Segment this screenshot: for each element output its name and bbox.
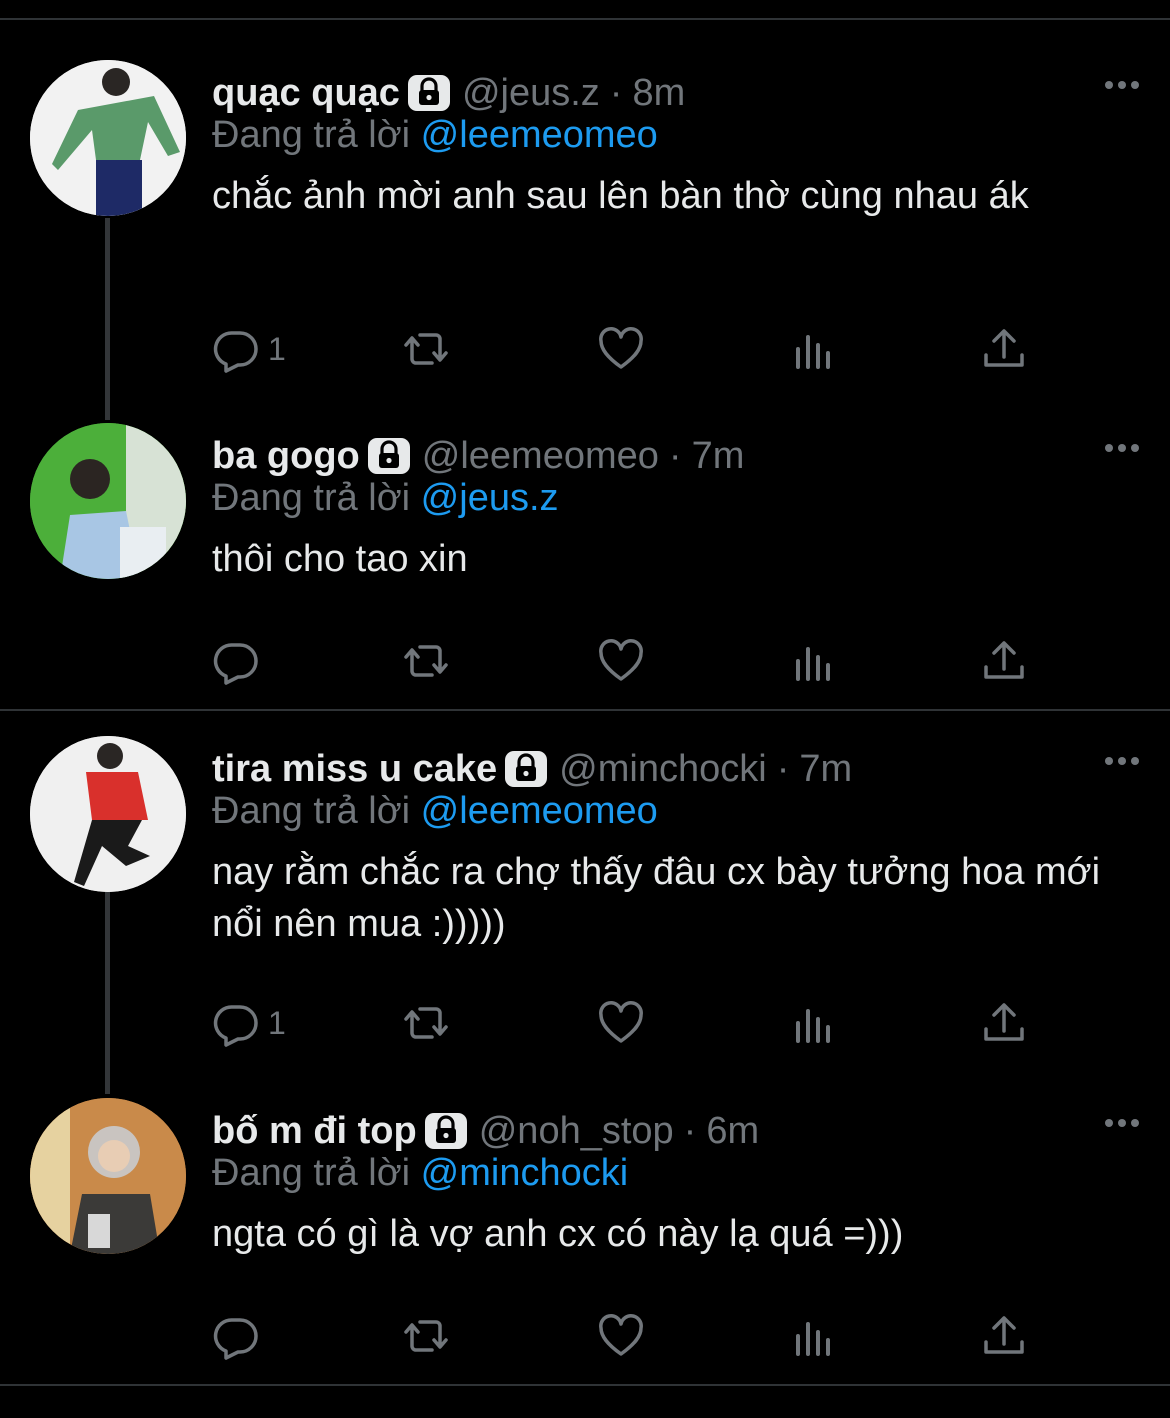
reply-mention[interactable]: @leemeomeo <box>421 114 658 156</box>
like-button[interactable] <box>597 1311 645 1361</box>
avatar[interactable] <box>30 423 186 579</box>
tweet-text: chắc ảnh mời anh sau lên bàn thờ cùng nh… <box>212 175 1029 217</box>
separator: · <box>776 747 790 790</box>
reply-mention[interactable]: @jeus.z <box>421 477 559 519</box>
display-name[interactable]: quạc quạc <box>212 72 400 115</box>
reply-button[interactable]: 1 <box>212 324 286 374</box>
action-bar <box>212 1311 1052 1361</box>
reply-mention[interactable]: @leemeomeo <box>421 790 658 832</box>
views-icon <box>796 1009 830 1043</box>
lock-icon <box>366 436 412 476</box>
retweet-button[interactable] <box>402 1311 450 1361</box>
retweet-icon <box>404 1320 448 1352</box>
retweet-button[interactable] <box>402 636 450 686</box>
more-icon[interactable] <box>1102 1108 1142 1138</box>
separator: · <box>683 1109 697 1152</box>
reply-mention[interactable]: @minchocki <box>421 1152 629 1194</box>
action-bar: 1 <box>212 998 1052 1048</box>
timestamp[interactable]: 7m <box>799 748 852 791</box>
action-bar: 1 <box>212 324 1052 374</box>
reply-icon <box>213 643 258 685</box>
tweet-text: thôi cho tao xin <box>212 538 468 580</box>
timestamp[interactable]: 8m <box>632 72 685 115</box>
avatar[interactable] <box>30 1098 186 1254</box>
replying-to: Đang trả lời @leemeomeo <box>212 114 658 157</box>
reply-icon <box>213 1318 258 1360</box>
display-name[interactable]: tira miss u cake <box>212 748 497 791</box>
lock-icon <box>503 749 549 789</box>
tweet[interactable]: tira miss u cake @minchocki · 7m Đang tr… <box>0 736 1170 1076</box>
lock-icon <box>423 1111 469 1151</box>
tweet[interactable]: quạc quạc @jeus.z · 8m Đang trả lời @lee… <box>0 60 1170 400</box>
more-icon[interactable] <box>1102 746 1142 776</box>
more-icon[interactable] <box>1102 433 1142 463</box>
reply-button[interactable]: 1 <box>212 998 286 1048</box>
reply-button[interactable] <box>212 1311 268 1361</box>
views-button[interactable] <box>790 1311 838 1361</box>
timestamp[interactable]: 6m <box>706 1110 759 1153</box>
views-button[interactable] <box>790 636 838 686</box>
reply-button[interactable] <box>212 636 268 686</box>
share-button[interactable] <box>980 324 1028 374</box>
separator: · <box>609 71 623 114</box>
like-icon <box>599 639 643 681</box>
like-icon <box>599 1314 643 1356</box>
reply-label: Đang trả lời <box>212 114 411 156</box>
tweet[interactable]: bố m đi top @noh_stop · 6m Đang trả lời … <box>0 1098 1170 1378</box>
share-icon <box>984 1003 1024 1041</box>
views-icon <box>796 335 830 369</box>
views-icon <box>796 1322 830 1356</box>
handle[interactable]: @noh_stop <box>479 1110 674 1153</box>
views-button[interactable] <box>790 998 838 1048</box>
like-button[interactable] <box>597 998 645 1048</box>
bottom-divider <box>0 1384 1170 1386</box>
share-button[interactable] <box>980 998 1028 1048</box>
retweet-icon <box>404 645 448 677</box>
share-icon <box>984 641 1024 679</box>
reply-label: Đang trả lời <box>212 477 411 519</box>
display-name[interactable]: bố m đi top <box>212 1110 417 1153</box>
thread-divider <box>0 709 1170 711</box>
views-button[interactable] <box>790 324 838 374</box>
reply-icon <box>213 1005 258 1047</box>
handle[interactable]: @leemeomeo <box>422 435 659 478</box>
display-name[interactable]: ba gogo <box>212 435 360 478</box>
retweet-button[interactable] <box>402 998 450 1048</box>
retweet-button[interactable] <box>402 324 450 374</box>
top-divider <box>0 18 1170 20</box>
like-icon <box>599 1001 643 1043</box>
more-icon[interactable] <box>1102 70 1142 100</box>
share-icon <box>984 1316 1024 1354</box>
views-icon <box>796 647 830 681</box>
handle[interactable]: @minchocki <box>559 748 767 791</box>
lock-icon <box>406 73 452 113</box>
replying-to: Đang trả lời @minchocki <box>212 1152 628 1195</box>
share-icon <box>984 329 1024 367</box>
handle[interactable]: @jeus.z <box>462 72 600 115</box>
tweet[interactable]: ba gogo @leemeomeo · 7m Đang trả lời @je… <box>0 423 1170 703</box>
like-button[interactable] <box>597 636 645 686</box>
tweet-text: nay rằm chắc ra chợ thấy đâu cx bày tưởn… <box>212 851 1101 945</box>
like-icon <box>599 327 643 369</box>
share-button[interactable] <box>980 636 1028 686</box>
reply-count: 1 <box>268 1004 286 1041</box>
reply-label: Đang trả lời <box>212 1152 411 1194</box>
share-button[interactable] <box>980 1311 1028 1361</box>
avatar[interactable] <box>30 60 186 216</box>
like-button[interactable] <box>597 324 645 374</box>
timestamp[interactable]: 7m <box>692 435 745 478</box>
tweet-text: ngta có gì là vợ anh cx có này lạ quá =)… <box>212 1213 904 1255</box>
retweet-icon <box>404 1007 448 1039</box>
replying-to: Đang trả lời @jeus.z <box>212 477 559 520</box>
separator: · <box>668 434 682 477</box>
retweet-icon <box>404 333 448 365</box>
replying-to: Đang trả lời @leemeomeo <box>212 790 658 833</box>
reply-label: Đang trả lời <box>212 790 411 832</box>
avatar[interactable] <box>30 736 186 892</box>
action-bar <box>212 636 1052 686</box>
reply-count: 1 <box>268 330 286 367</box>
reply-icon <box>213 331 258 373</box>
